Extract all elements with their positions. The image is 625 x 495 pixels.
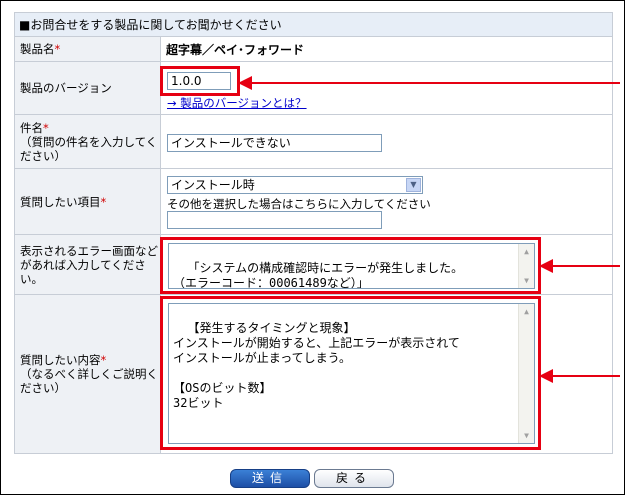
- arrow-error: [539, 259, 620, 273]
- highlight-box-version: [160, 66, 240, 96]
- highlight-box-error: [160, 237, 541, 294]
- required-mark: *: [43, 120, 49, 135]
- question-item-other-input[interactable]: [167, 211, 382, 229]
- product-name-value: 超字幕／ペイ･フォワード: [166, 42, 305, 57]
- back-button[interactable]: 戻る: [314, 469, 394, 488]
- submit-button[interactable]: 送信: [230, 469, 310, 488]
- chevron-down-icon[interactable]: ▼: [406, 178, 421, 192]
- question-item-select[interactable]: インストール時 ▼: [167, 176, 423, 194]
- product-name-label-text: 製品名: [20, 42, 55, 56]
- question-content-label: 質問したい内容* （なるべく詳しくご説明ください）: [14, 294, 161, 454]
- highlight-box-content: [160, 296, 541, 450]
- arrow-left-icon: [539, 369, 553, 383]
- subject-label-hint: （質問の件名を入力してください）: [20, 134, 158, 163]
- required-mark: *: [100, 194, 107, 209]
- arrow-left-icon: [238, 76, 252, 90]
- product-version-label: 製品のバージョン: [14, 61, 161, 115]
- question-content-label-text: 質問したい内容: [20, 353, 101, 367]
- error-screen-label: 表示されるエラー画面などがあれば入力してください。: [14, 234, 161, 295]
- section-title: ■お問合せをする製品に関してお聞かせください: [19, 18, 282, 32]
- required-mark: *: [54, 42, 61, 56]
- product-name-label: 製品名*: [14, 36, 161, 62]
- arrow-left-icon: [539, 259, 553, 273]
- product-name-cell: 超字幕／ペイ･フォワード: [160, 36, 613, 62]
- arrow-version: [238, 76, 620, 90]
- subject-label-text: 件名: [20, 120, 43, 135]
- arrow-content: [539, 369, 620, 383]
- question-item-other-hint: その他を選択した場合はこちらに入力してください: [167, 197, 431, 211]
- question-item-label-text: 質問したい項目: [20, 194, 101, 209]
- question-content-label-hint: （なるべく詳しくご説明ください）: [20, 367, 158, 395]
- question-item-label: 質問したい項目*: [14, 168, 161, 235]
- question-item-selected: インストール時: [171, 178, 255, 192]
- section-header: ■お問合せをする製品に関してお聞かせください: [14, 12, 613, 37]
- subject-input[interactable]: インストールできない: [167, 134, 382, 152]
- required-mark: *: [100, 353, 107, 367]
- subject-label: 件名* （質問の件名を入力してください）: [14, 114, 161, 169]
- product-version-help-link[interactable]: → 製品のバージョンとは？: [167, 95, 307, 111]
